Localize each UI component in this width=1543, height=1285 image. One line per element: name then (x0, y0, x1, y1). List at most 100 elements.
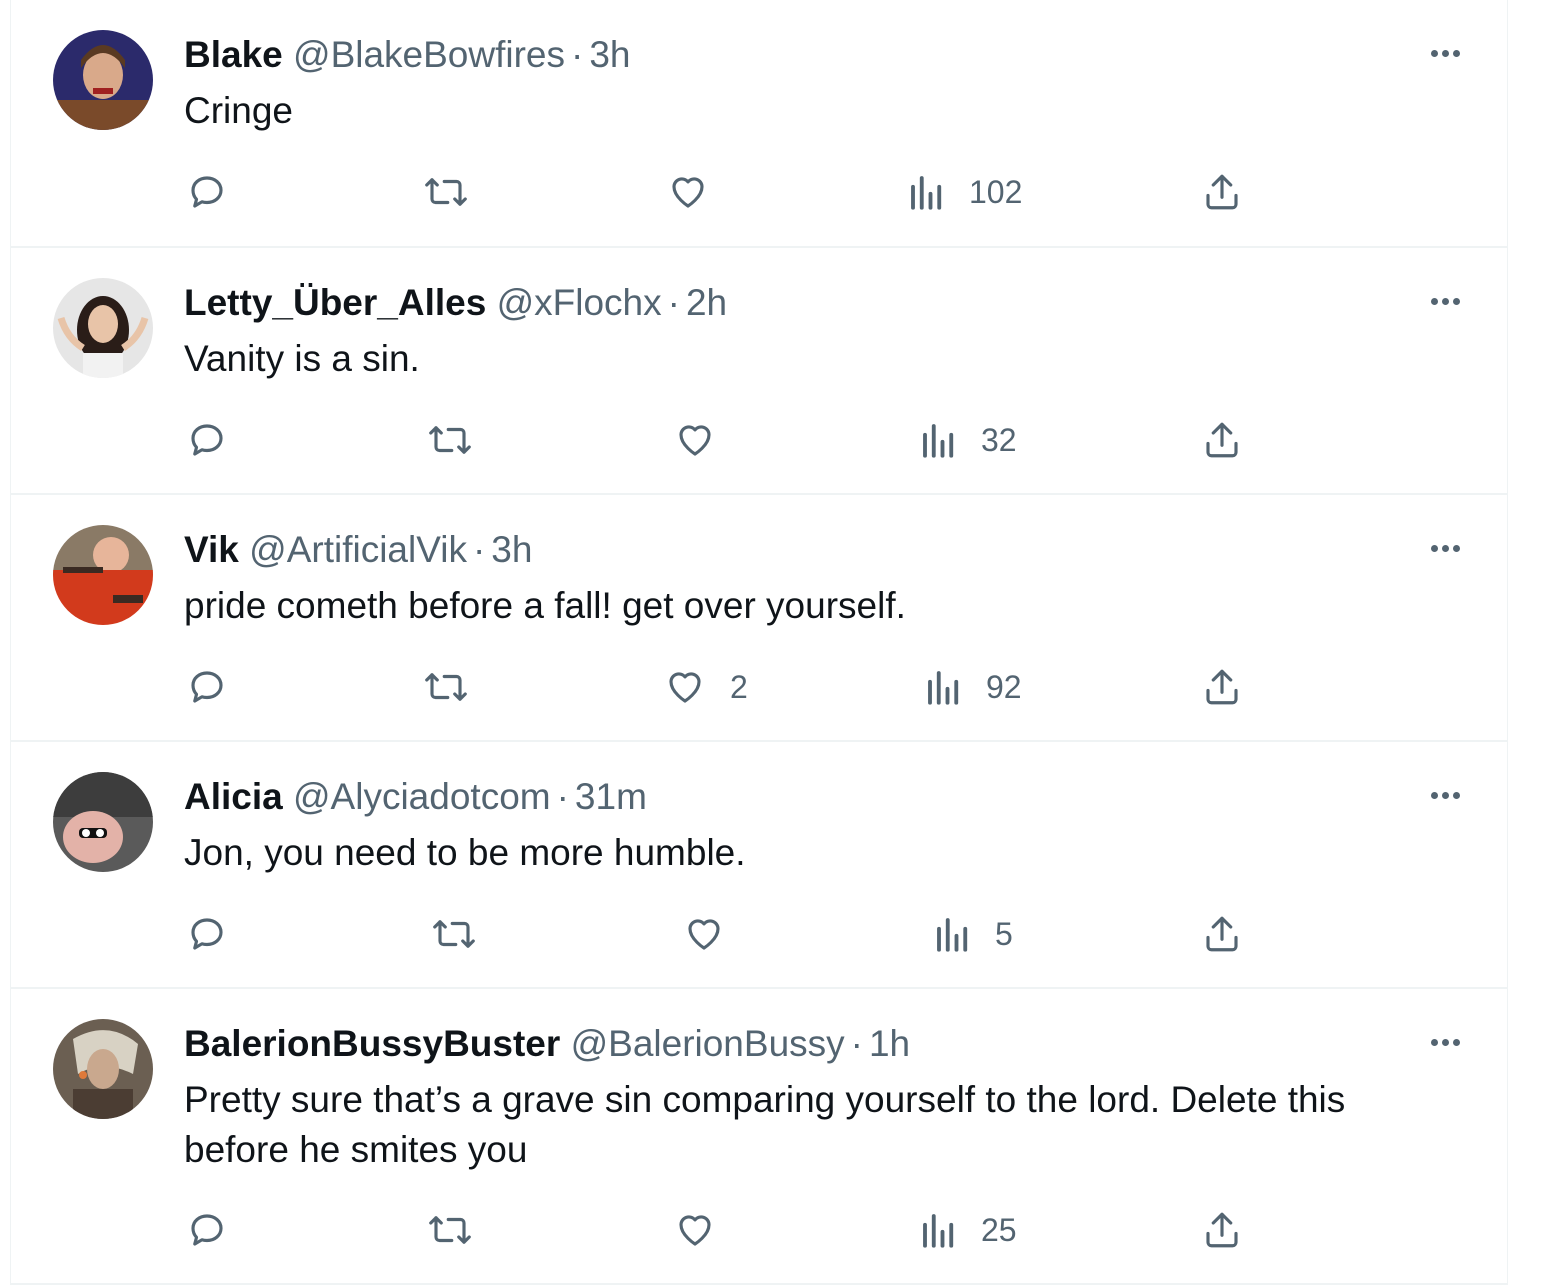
share-icon (1206, 1212, 1238, 1248)
views-button[interactable]: 92 (926, 663, 1022, 711)
retweet-button[interactable] (423, 168, 469, 216)
views-button[interactable]: 25 (921, 1206, 1017, 1254)
more-icon[interactable] (1423, 1027, 1467, 1057)
avatar[interactable] (53, 30, 153, 130)
avatar[interactable] (53, 278, 153, 378)
reply-button[interactable] (186, 910, 228, 958)
more-icon[interactable] (1423, 286, 1467, 316)
like-button[interactable] (683, 910, 749, 958)
tweet-header: BalerionBussyBuster @BalerionBussy · 1h (184, 1021, 910, 1067)
share-button[interactable] (1201, 416, 1243, 464)
reply-button[interactable] (186, 168, 228, 216)
reply-icon (191, 176, 223, 208)
share-button[interactable] (1201, 663, 1243, 711)
action-bar: 2 92 (11, 663, 1507, 711)
view-count: 5 (995, 915, 1013, 952)
share-button[interactable] (1201, 910, 1243, 958)
views-icon (911, 176, 942, 210)
more-icon[interactable] (1423, 780, 1467, 810)
separator: · (667, 282, 680, 323)
views-icon (937, 918, 968, 952)
view-count: 92 (986, 668, 1022, 705)
views-button[interactable]: 102 (909, 168, 1022, 216)
display-name[interactable]: BalerionBussyBuster (184, 1023, 560, 1064)
reply-icon (191, 1214, 223, 1246)
timestamp[interactable]: 3h (491, 529, 532, 570)
like-icon (669, 672, 701, 703)
user-handle[interactable]: @BlakeBowfires (293, 34, 565, 75)
retweet-icon (425, 673, 467, 701)
reply-icon (191, 424, 223, 456)
like-button[interactable] (667, 168, 733, 216)
reply-icon (191, 918, 223, 950)
tweet-text: Jon, you need to be more humble. (184, 832, 746, 873)
separator: · (556, 776, 569, 817)
reply-button[interactable] (186, 663, 228, 711)
display-name[interactable]: Blake (184, 34, 283, 75)
separator: · (472, 529, 486, 570)
views-icon (923, 424, 954, 458)
retweet-button[interactable] (427, 416, 473, 464)
display-name[interactable]: Alicia (184, 776, 283, 817)
reply-timeline: Blake @BlakeBowfires · 3h Cringe 102 Let… (10, 0, 1508, 1285)
user-handle[interactable]: @BalerionBussy (571, 1023, 845, 1064)
avatar[interactable] (53, 525, 153, 625)
avatar[interactable] (53, 1019, 153, 1119)
reply-icon (191, 671, 223, 703)
share-button[interactable] (1201, 1206, 1243, 1254)
share-icon (1206, 174, 1238, 210)
tweet-text: pride cometh before a fall! get over you… (184, 585, 906, 626)
separator: · (850, 1023, 863, 1064)
timestamp[interactable]: 1h (869, 1023, 910, 1064)
like-button[interactable]: 2 (664, 663, 748, 711)
user-handle[interactable]: @xFlochx (497, 282, 662, 323)
tweet[interactable]: Alicia @Alyciadotcom · 31m Jon, you need t… (11, 742, 1507, 989)
display-name[interactable]: Letty_Über_Alles (184, 282, 486, 323)
like-icon (679, 425, 711, 456)
like-icon (679, 1215, 711, 1246)
reply-button[interactable] (186, 1206, 228, 1254)
views-icon (923, 1214, 954, 1248)
tweet[interactable]: Vik @ArtificialVik · 3h pride cometh befor… (11, 495, 1507, 742)
tweet-text: Vanity is a sin. (184, 338, 420, 379)
tweet-header: Alicia @Alyciadotcom · 31m (184, 774, 647, 820)
retweet-button[interactable] (423, 663, 469, 711)
share-icon (1206, 669, 1238, 705)
views-button[interactable]: 5 (935, 910, 1013, 958)
retweet-icon (425, 178, 467, 206)
view-count: 32 (981, 421, 1017, 458)
retweet-icon (429, 426, 471, 454)
tweet-text: Pretty sure that’s a grave sin comparing… (184, 1079, 1346, 1170)
view-count: 102 (969, 173, 1023, 210)
like-icon (688, 919, 720, 950)
retweet-icon (433, 920, 475, 948)
tweet-header: Blake @BlakeBowfires · 3h (184, 32, 631, 78)
tweet[interactable]: Letty_Über_Alles @xFlochx · 2h Vanity is a… (11, 248, 1507, 495)
separator: · (571, 34, 584, 75)
retweet-icon (429, 1216, 471, 1244)
more-icon[interactable] (1423, 533, 1467, 563)
retweet-button[interactable] (431, 910, 477, 958)
timestamp[interactable]: 2h (686, 282, 727, 323)
more-icon[interactable] (1423, 38, 1467, 68)
like-button[interactable] (674, 1206, 740, 1254)
share-icon (1206, 422, 1238, 458)
share-button[interactable] (1201, 168, 1243, 216)
avatar[interactable] (53, 772, 153, 872)
views-icon (928, 671, 959, 705)
timestamp[interactable]: 3h (589, 34, 630, 75)
action-bar: 25 (11, 1206, 1507, 1254)
tweet-header: Letty_Über_Alles @xFlochx · 2h (184, 280, 727, 326)
tweet-text: Cringe (184, 90, 293, 131)
like-count: 2 (730, 668, 748, 705)
views-button[interactable]: 32 (921, 416, 1017, 464)
timestamp[interactable]: 31m (575, 776, 647, 817)
tweet[interactable]: Blake @BlakeBowfires · 3h Cringe 102 (11, 0, 1507, 248)
user-handle[interactable]: @Alyciadotcom (293, 776, 551, 817)
like-button[interactable] (674, 416, 740, 464)
tweet[interactable]: BalerionBussyBuster @BalerionBussy · 1h Pr… (11, 989, 1507, 1285)
reply-button[interactable] (186, 416, 228, 464)
retweet-button[interactable] (427, 1206, 473, 1254)
display-name[interactable]: Vik (184, 529, 239, 570)
user-handle[interactable]: @ArtificialVik (249, 529, 467, 570)
